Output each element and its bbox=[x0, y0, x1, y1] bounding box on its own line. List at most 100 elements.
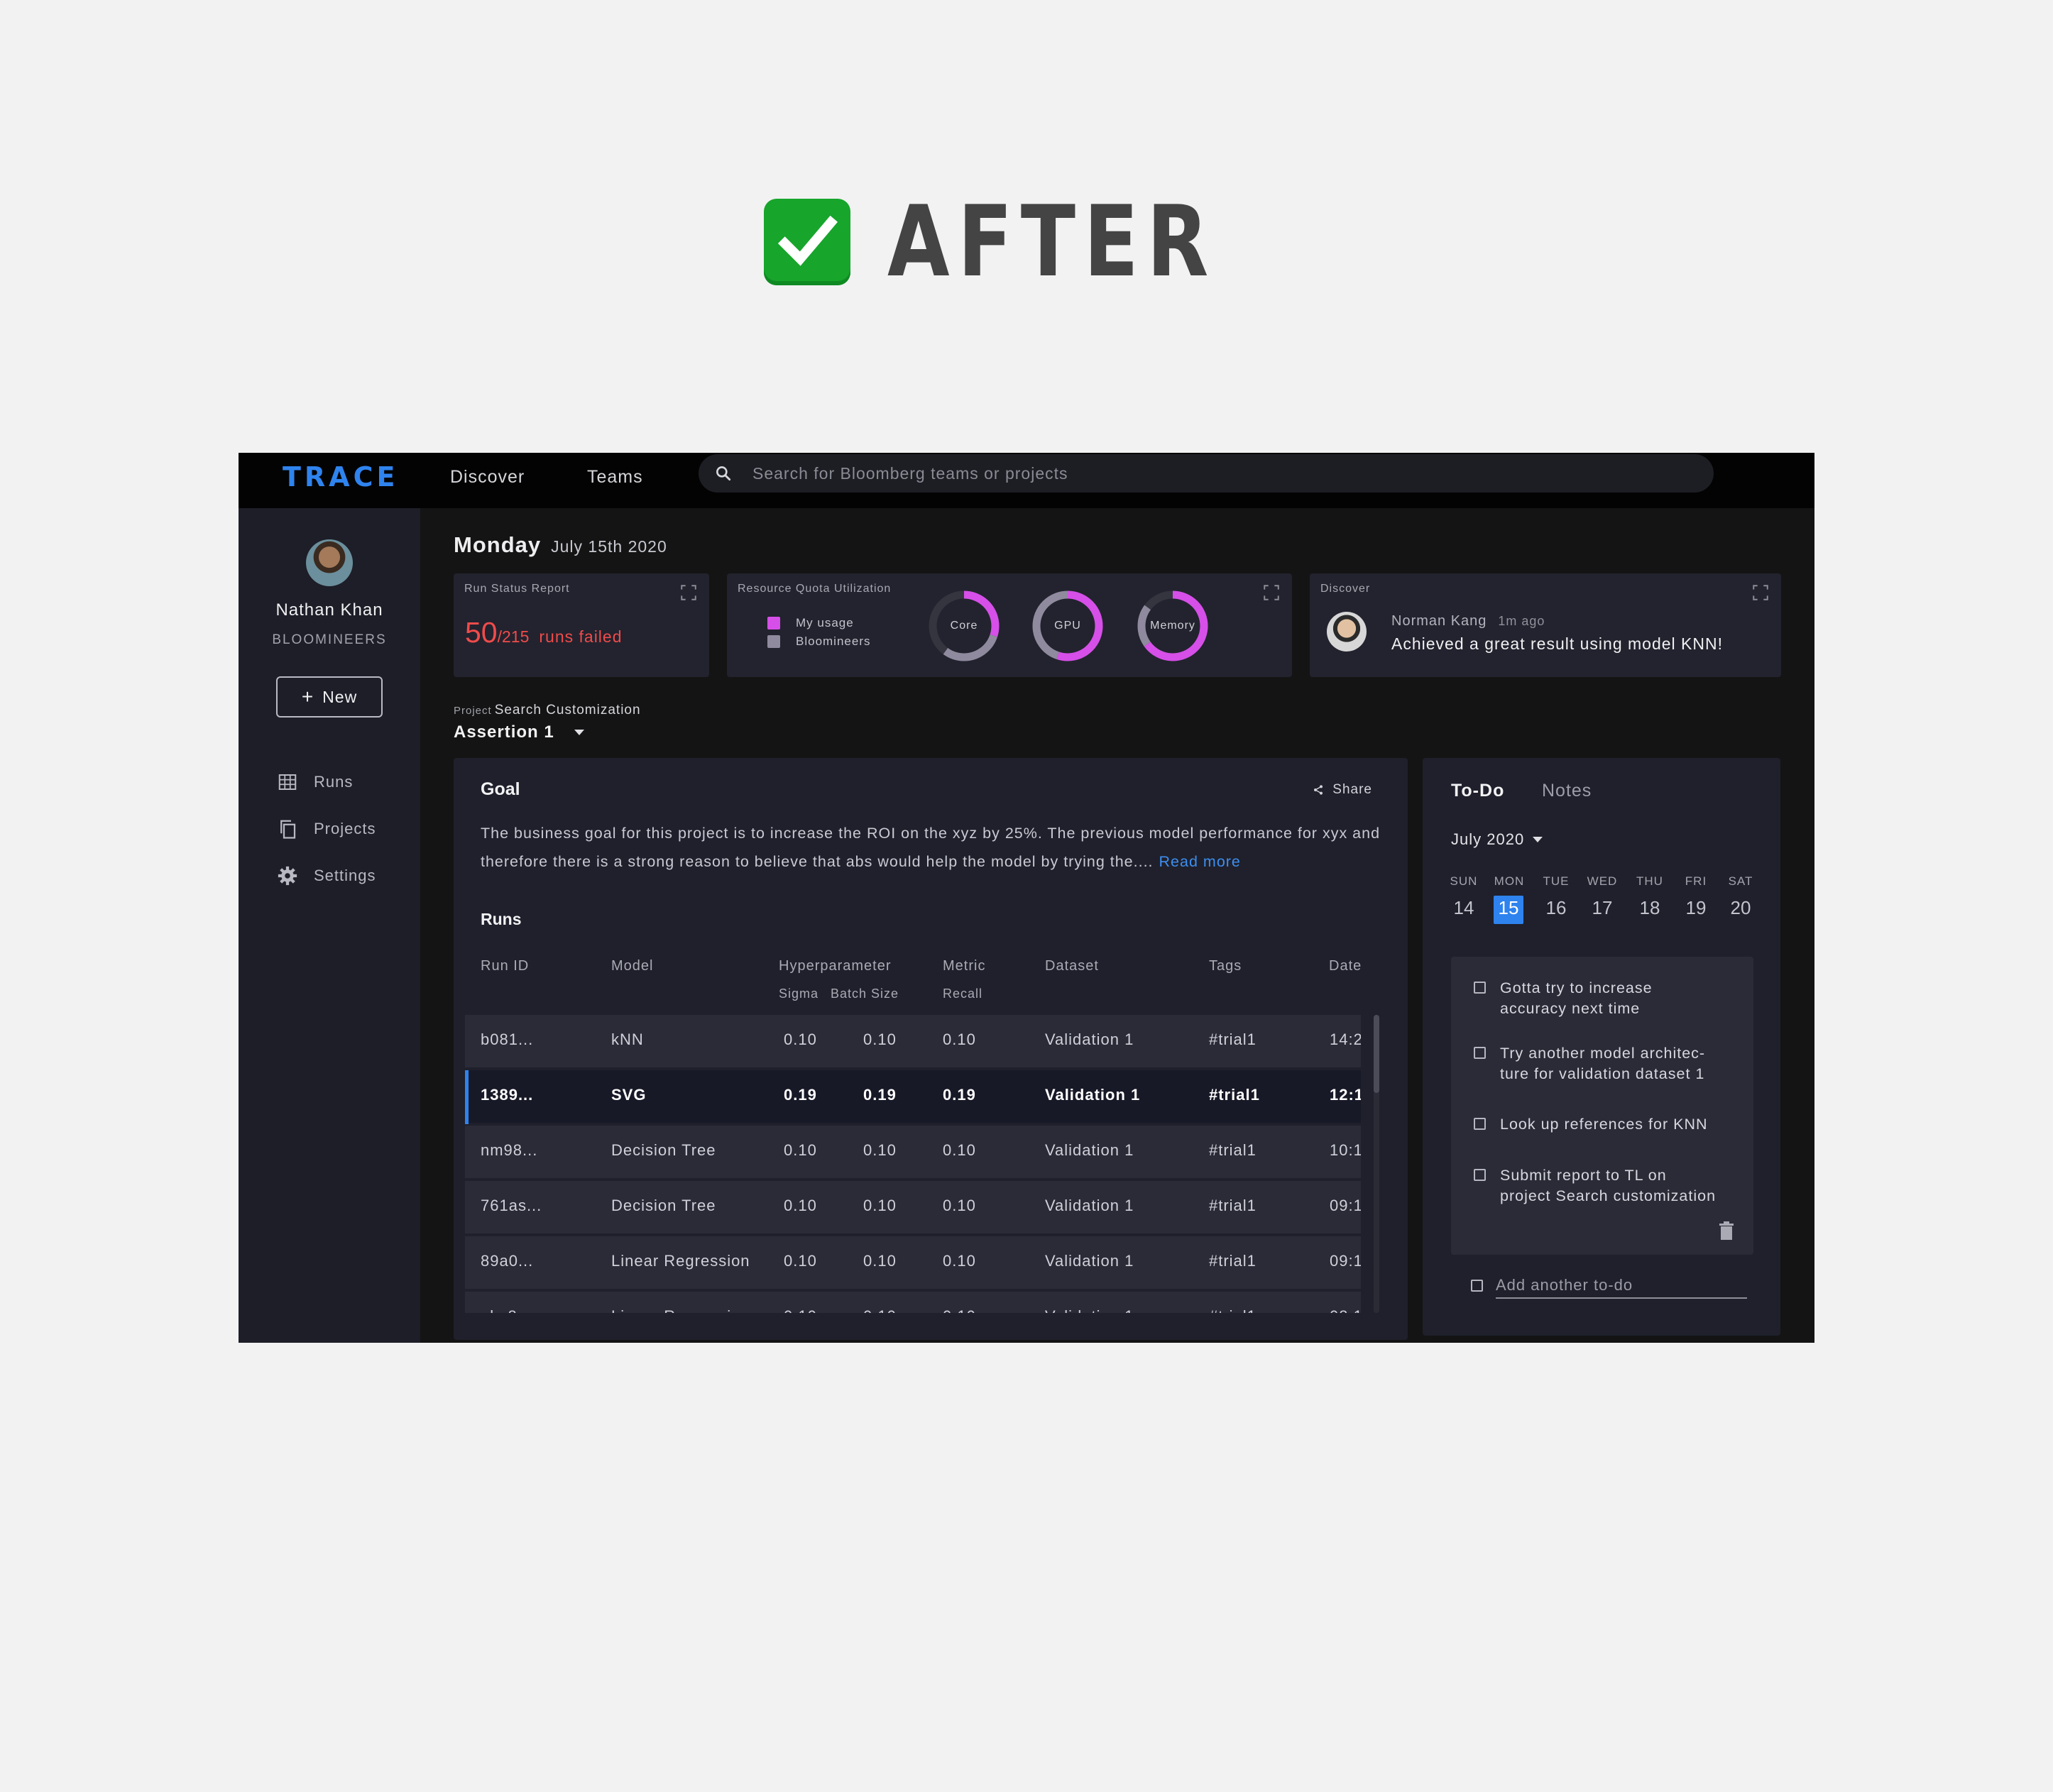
cell-batch-size: 0.10 bbox=[863, 1197, 897, 1214]
tab-todo[interactable]: To-Do bbox=[1451, 781, 1504, 801]
cell-recall: 0.10 bbox=[943, 1197, 976, 1214]
tab-notes[interactable]: Notes bbox=[1542, 781, 1592, 801]
cell-sigma: 0.19 bbox=[784, 1086, 817, 1104]
donut-gpu[interactable]: GPU bbox=[1028, 586, 1107, 666]
nav-discover[interactable]: Discover bbox=[450, 467, 525, 488]
donut-core[interactable]: Core bbox=[924, 586, 1004, 666]
resource-quota-card[interactable]: Resource Quota Utilization My usage Bloo… bbox=[727, 573, 1292, 677]
cell-tag[interactable]: #trial1 bbox=[1209, 1030, 1257, 1049]
cell-tag[interactable]: #trial1 bbox=[1209, 1307, 1257, 1313]
expand-icon[interactable] bbox=[1751, 583, 1770, 602]
share-button[interactable]: Share bbox=[1313, 782, 1372, 798]
calendar-day[interactable]: 18 bbox=[1630, 897, 1670, 919]
table-row[interactable]: ak_8... Linear Regression 0.10 0.10 0.10… bbox=[465, 1292, 1361, 1313]
assertion-dropdown[interactable]: Assertion 1 bbox=[454, 722, 584, 742]
column-subheader-recall[interactable]: Recall bbox=[943, 986, 982, 1001]
todo-checkbox[interactable] bbox=[1474, 982, 1486, 994]
sidebar-item-label: Projects bbox=[314, 820, 376, 837]
scrollbar-thumb[interactable] bbox=[1374, 1015, 1379, 1093]
todo-checkbox[interactable] bbox=[1471, 1280, 1483, 1292]
discover-message[interactable]: Achieved a great result using model KNN! bbox=[1391, 634, 1723, 654]
calendar-day[interactable]: 20 bbox=[1721, 897, 1761, 919]
table-row[interactable]: 761as... Decision Tree 0.10 0.10 0.10 Va… bbox=[465, 1181, 1361, 1235]
cell-date: 10:1 bbox=[1330, 1141, 1361, 1159]
avatar[interactable] bbox=[1327, 612, 1367, 652]
cell-batch-size: 0.10 bbox=[863, 1141, 897, 1159]
calendar-day[interactable]: 19 bbox=[1676, 897, 1716, 919]
calendar-day[interactable]: 17 bbox=[1582, 897, 1622, 919]
legend-swatch bbox=[767, 635, 780, 648]
cell-run-id: 761as... bbox=[481, 1197, 542, 1214]
cell-run-id: 89a0... bbox=[481, 1252, 534, 1270]
todo-item: Gotta try to increase accuracy next time bbox=[1474, 978, 1653, 1019]
sidebar-item-settings[interactable]: Settings bbox=[277, 865, 376, 886]
table-row[interactable]: b081... kNN 0.10 0.10 0.10 Validation 1 … bbox=[465, 1015, 1361, 1069]
logo[interactable]: TRACE bbox=[283, 461, 398, 493]
cell-run-id: ak_8... bbox=[481, 1307, 532, 1313]
search-bar[interactable] bbox=[699, 454, 1714, 493]
sidebar-item-projects[interactable]: Projects bbox=[277, 818, 376, 840]
column-header-run-id[interactable]: Run ID bbox=[481, 958, 529, 974]
column-header-hyperparameter[interactable]: Hyperparameter bbox=[779, 958, 892, 974]
calendar-day[interactable]: 14 bbox=[1444, 897, 1484, 919]
cell-batch-size: 0.10 bbox=[863, 1307, 897, 1313]
cell-model: Decision Tree bbox=[611, 1197, 716, 1214]
read-more-link[interactable]: Read more bbox=[1159, 853, 1241, 870]
weekday-label: TUE bbox=[1543, 874, 1570, 888]
cell-date: 12:1 bbox=[1330, 1086, 1361, 1104]
column-subheader-batch-size[interactable]: Batch Size bbox=[831, 986, 899, 1001]
todo-checkbox[interactable] bbox=[1474, 1118, 1486, 1130]
column-header-dataset[interactable]: Dataset bbox=[1045, 958, 1099, 974]
cell-tag[interactable]: #trial1 bbox=[1209, 1252, 1257, 1270]
cell-tag[interactable]: #trial1 bbox=[1209, 1197, 1257, 1215]
column-header-metric[interactable]: Metric bbox=[943, 958, 985, 974]
new-button-label: New bbox=[322, 687, 358, 706]
expand-icon[interactable] bbox=[679, 583, 698, 602]
column-header-model[interactable]: Model bbox=[611, 958, 653, 974]
add-todo-row bbox=[1471, 1276, 1747, 1299]
cell-recall: 0.10 bbox=[943, 1252, 976, 1270]
calendar-day-today[interactable]: 15 bbox=[1489, 897, 1528, 919]
nav-teams[interactable]: Teams bbox=[587, 467, 643, 488]
calendar-day[interactable]: 16 bbox=[1536, 897, 1576, 919]
run-status-card[interactable]: Run Status Report 50/215 runs failed bbox=[454, 573, 709, 677]
search-input[interactable] bbox=[752, 463, 1604, 483]
cell-run-id: b081... bbox=[481, 1030, 534, 1048]
month-dropdown[interactable]: July 2020 bbox=[1451, 830, 1543, 849]
new-button[interactable]: + New bbox=[276, 676, 383, 718]
avatar[interactable] bbox=[306, 539, 353, 586]
todo-text-line: Submit report to TL on bbox=[1500, 1167, 1667, 1184]
runs-failed-stat: 50/215 runs failed bbox=[465, 616, 623, 649]
weekday-label: FRI bbox=[1685, 874, 1707, 888]
table-row[interactable]: 89a0... Linear Regression 0.10 0.10 0.10… bbox=[465, 1236, 1361, 1290]
discover-time: 1m ago bbox=[1498, 614, 1545, 628]
sidebar-item-runs[interactable]: Runs bbox=[277, 771, 353, 793]
table-row-selected[interactable]: 1389... SVG 0.19 0.19 0.19 Validation 1 … bbox=[465, 1070, 1361, 1124]
trash-icon[interactable] bbox=[1718, 1221, 1735, 1241]
add-todo-input[interactable] bbox=[1496, 1276, 1747, 1299]
search-icon bbox=[716, 466, 731, 481]
column-header-date[interactable]: Date bbox=[1329, 958, 1361, 974]
cell-tag[interactable]: #trial1 bbox=[1209, 1086, 1260, 1104]
expand-icon[interactable] bbox=[1262, 583, 1281, 602]
cell-batch-size: 0.10 bbox=[863, 1030, 897, 1048]
project-breadcrumb: Project Search Customization bbox=[454, 703, 641, 718]
cell-date: 08:1 bbox=[1330, 1307, 1361, 1313]
column-subheader-sigma[interactable]: Sigma bbox=[779, 986, 819, 1001]
project-name[interactable]: Search Customization bbox=[495, 703, 641, 718]
todo-checkbox[interactable] bbox=[1474, 1169, 1486, 1181]
cell-recall: 0.10 bbox=[943, 1030, 976, 1048]
goal-title: Goal bbox=[481, 779, 520, 799]
todo-checkbox[interactable] bbox=[1474, 1047, 1486, 1059]
cell-recall: 0.10 bbox=[943, 1141, 976, 1159]
cell-date: 09:1 bbox=[1330, 1252, 1361, 1270]
runs-title: Runs bbox=[481, 910, 522, 928]
donut-memory[interactable]: Memory bbox=[1133, 586, 1212, 666]
discover-user-name[interactable]: Norman Kang bbox=[1391, 613, 1487, 629]
column-header-tags[interactable]: Tags bbox=[1209, 958, 1242, 974]
todo-text-line: accuracy next time bbox=[1500, 1000, 1641, 1017]
table-row[interactable]: nm98... Decision Tree 0.10 0.10 0.10 Val… bbox=[465, 1126, 1361, 1180]
discover-card[interactable]: Discover Norman Kang 1m ago Achieved a gr… bbox=[1310, 573, 1781, 677]
cell-tag[interactable]: #trial1 bbox=[1209, 1141, 1257, 1160]
date-day: Monday bbox=[454, 532, 542, 557]
